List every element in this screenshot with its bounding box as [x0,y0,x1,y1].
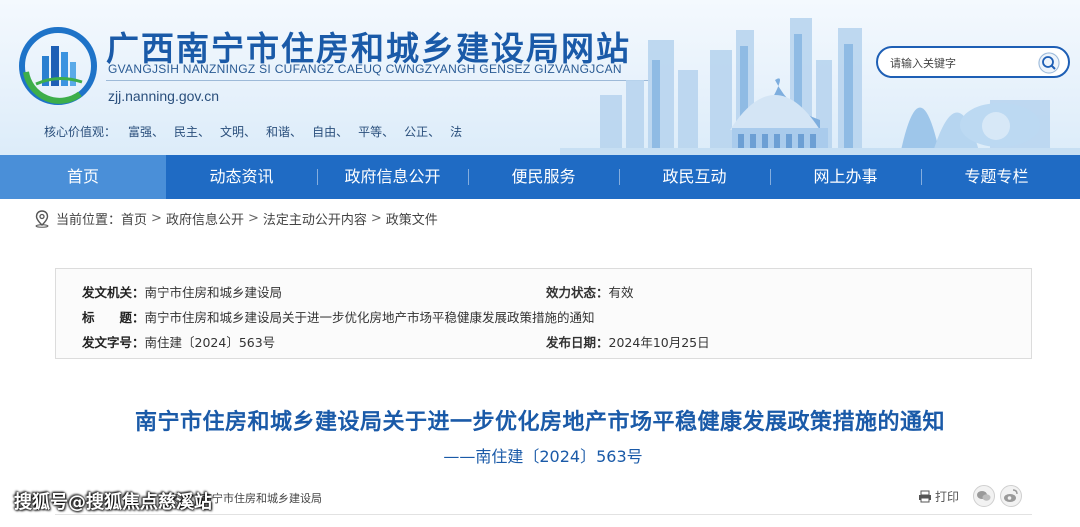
breadcrumb-separator: > [247,211,259,226]
nav-item-services[interactable]: 便民服务 [468,155,619,199]
watermark: 搜狐号@搜狐焦点慈溪站 [14,492,212,513]
search-input[interactable]: 请输入关键字 [890,55,956,71]
site-header: 广西南宁市住房和城乡建设局网站 GVANGJSIH NANZNINGZ SI C… [0,0,1080,155]
breadcrumb-separator: > [151,211,162,226]
nav-item-gov-info[interactable]: 政府信息公开 [317,155,468,199]
breadcrumb-link-policy[interactable]: 政策文件 [386,209,438,228]
meta-title-label: 标 题： [82,310,145,325]
meta-title-value: 南宁市住房和城乡建设局关于进一步优化房地产市场平稳健康发展政策措施的通知 [144,310,595,325]
meta-issuer-label: 发文机关： [82,285,145,300]
nav-item-online-affairs[interactable]: 网上办事 [770,155,921,199]
main-nav: 首页 动态资讯 政府信息公开 便民服务 政民互动 网上办事 专题专栏 [0,155,1080,199]
meta-issuer-value: 南宁市住房和城乡建设局 [144,285,283,300]
meta-title: 标 题：南宁市住房和城乡建设局关于进一步优化房地产市场平稳健康发展政策措施的通知 [82,307,595,326]
meta-doc-number-value: 南住建〔2024〕563号 [144,335,276,350]
core-value: 平等、 [358,125,395,139]
meta-date: 发布日期：2024年10月25日 [546,332,710,351]
wechat-icon[interactable] [973,485,995,507]
print-label: 打印 [935,490,960,504]
meta-status-label: 效力状态： [546,285,609,300]
breadcrumb-link-statutory[interactable]: 法定主动公开内容 [263,209,367,228]
divider-line [55,514,1032,515]
site-pinyin: GVANGJSIH NANZNINGZ SI CUFANGZ CAEUQ CWN… [108,62,622,76]
site-logo[interactable] [18,26,98,106]
location-icon [35,209,49,228]
core-values-list: 富强、 民主、 文明、 和谐、 自由、 平等、 公正、 法 [128,123,472,140]
meta-status: 效力状态：有效 [546,282,634,301]
document-number: ——南住建〔2024〕563号 [443,447,643,466]
meta-doc-number-label: 发文字号： [82,335,145,350]
document-title: 南宁市住房和城乡建设局关于进一步优化房地产市场平稳健康发展政策措施的通知 [134,410,945,435]
nav-item-home[interactable]: 首页 [0,155,166,199]
breadcrumb: 当前位置： 首页 > 政府信息公开 > 法定主动公开内容 > 政策文件 [34,209,438,228]
print-icon [919,490,931,503]
document-meta-box: 发文机关：南宁市住房和城乡建设局 效力状态：有效 标 题：南宁市住房和城乡建设局… [55,268,1032,359]
meta-issuer: 发文机关：南宁市住房和城乡建设局 [82,282,282,301]
core-value: 自由、 [312,125,349,139]
nav-item-interaction[interactable]: 政民互动 [619,155,770,199]
meta-status-value: 有效 [608,285,634,300]
search-box[interactable]: 请输入关键字 [876,46,1070,78]
site-domain: zjj.nanning.gov.cn [108,88,220,104]
nav-item-topics[interactable]: 专题专栏 [921,155,1072,199]
core-values-label: 核心价值观： [44,125,117,139]
search-icon[interactable] [1038,52,1060,74]
breadcrumb-separator: > [370,211,382,226]
meta-date-value: 2024年10月25日 [608,335,710,350]
weibo-icon[interactable] [1000,485,1022,507]
core-value: 文明、 [220,125,257,139]
core-value: 富强、 [128,125,165,139]
meta-date-label: 发布日期： [546,335,609,350]
core-value: 公正、 [404,125,441,139]
core-value: 和谐、 [266,125,303,139]
nav-item-news[interactable]: 动态资讯 [166,155,317,199]
breadcrumb-label: 当前位置： [56,213,122,228]
breadcrumb-link-home[interactable]: 首页 [121,209,147,228]
breadcrumb-link-gov-info[interactable]: 政府信息公开 [166,209,244,228]
core-value: 民主、 [174,125,211,139]
core-value: 法 [450,125,463,139]
meta-doc-number: 发文字号：南住建〔2024〕563号 [82,332,275,351]
print-button[interactable]: 打印 [918,488,959,505]
